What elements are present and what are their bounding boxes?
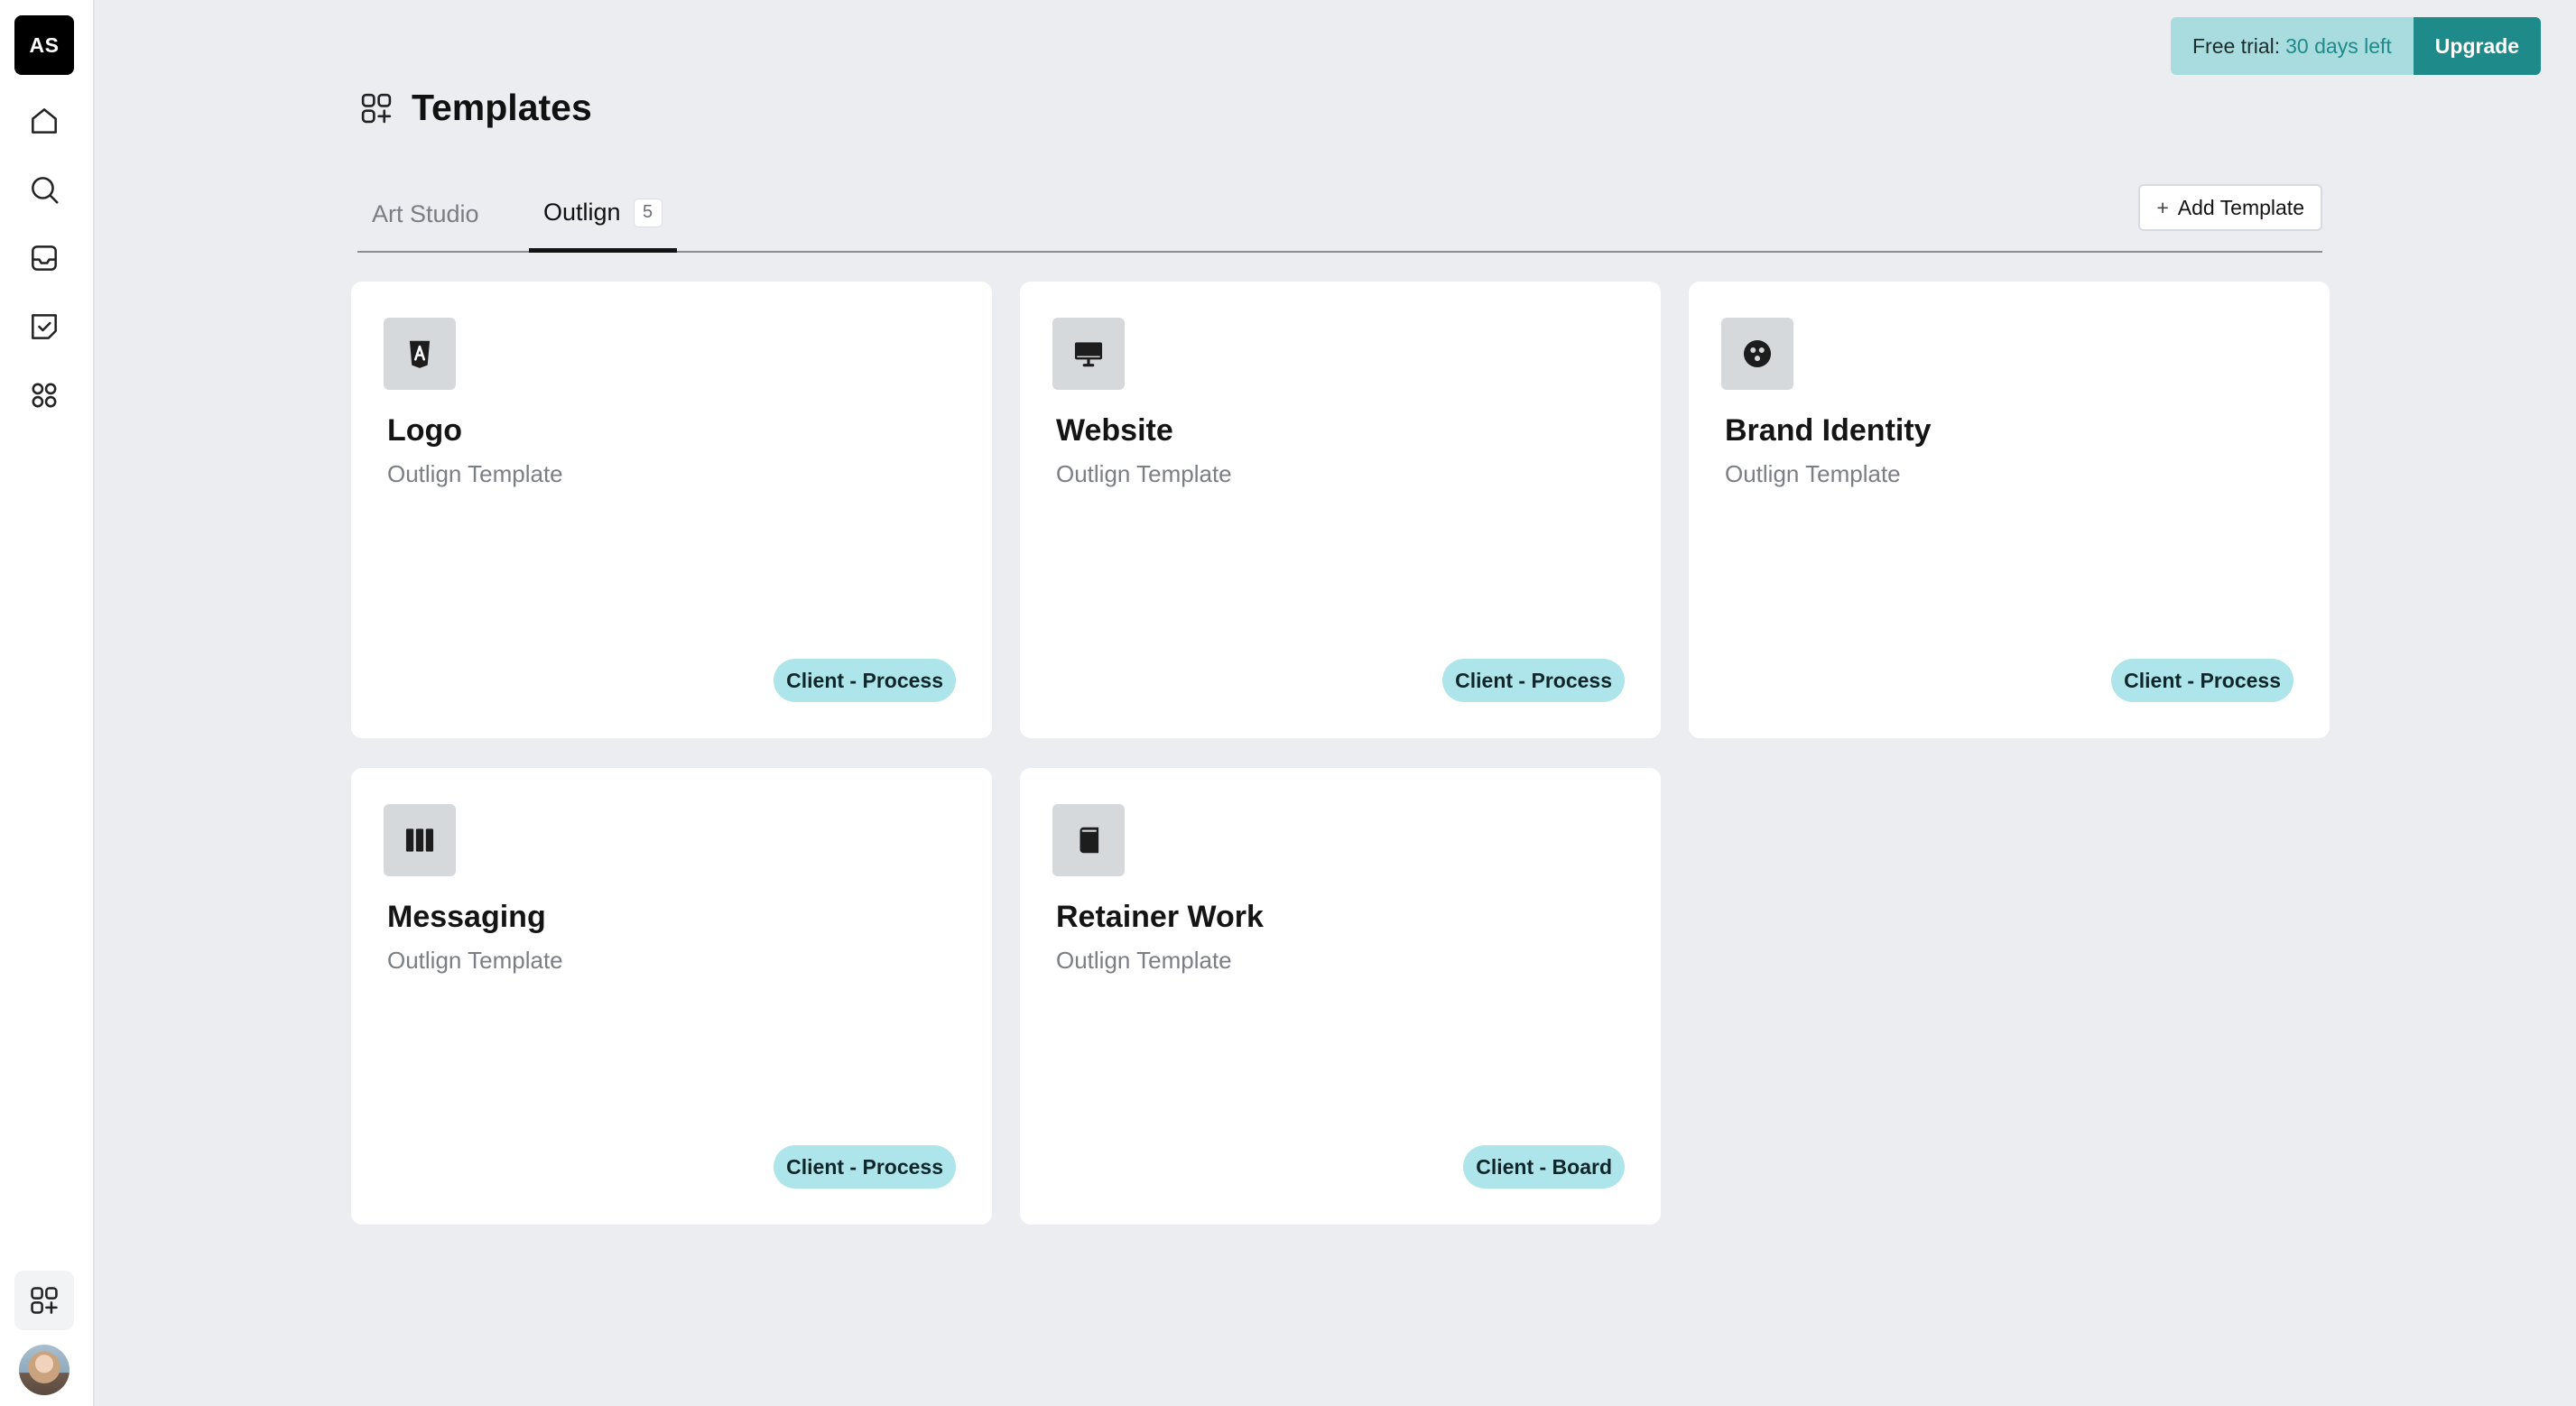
trial-banner: Free trial: 30 days left Upgrade (2171, 17, 2542, 75)
page-header: Templates (357, 87, 592, 129)
card-subtitle: Outlign Template (387, 460, 563, 487)
app: AS Free trial: 30 days left Upgrade Temp… (0, 0, 2576, 1406)
add-template-label: Add Template (2177, 195, 2304, 219)
trial-label: Free trial: (2192, 33, 2281, 58)
templates-nav-button[interactable] (14, 1271, 74, 1330)
book-icon (1052, 804, 1125, 876)
add-template-button[interactable]: + Add Template (2138, 184, 2322, 231)
trial-days: 30 days left (2285, 33, 2392, 58)
tab-art-studio[interactable]: Art Studio (372, 177, 479, 251)
inbox-icon[interactable] (23, 237, 65, 279)
card-tag: Client - Process (774, 1145, 956, 1189)
tab-bar: Art Studio Outlign 5 + Add Template (357, 177, 2322, 253)
template-card-logo[interactable]: Logo Outlign Template Client - Process (351, 282, 992, 738)
tab-label: Art Studio (372, 199, 479, 227)
palette-icon (1721, 318, 1793, 390)
template-card-website[interactable]: Website Outlign Template Client - Proces… (1020, 282, 1661, 738)
card-title: Retainer Work (1056, 900, 1264, 934)
sidebar: AS (0, 0, 95, 1406)
card-subtitle: Outlign Template (1056, 460, 1232, 487)
tab-outlign[interactable]: Outlign 5 (529, 177, 677, 253)
card-subtitle: Outlign Template (1725, 460, 1901, 487)
plus-icon: + (2156, 195, 2169, 219)
tab-count-badge: 5 (633, 198, 663, 227)
card-subtitle: Outlign Template (1056, 947, 1232, 974)
avatar[interactable] (19, 1345, 69, 1395)
columns-icon (384, 804, 456, 876)
templates-icon (361, 93, 392, 123)
templates-icon (31, 1287, 58, 1314)
tab-label: Outlign (543, 199, 621, 226)
card-tag: Client - Process (774, 659, 956, 702)
template-card-messaging[interactable]: Messaging Outlign Template Client - Proc… (351, 768, 992, 1225)
apps-icon[interactable] (23, 375, 65, 416)
page-title: Templates (412, 87, 592, 128)
upgrade-button[interactable]: Upgrade (2413, 17, 2542, 75)
template-card-retainer-work[interactable]: Retainer Work Outlign Template Client - … (1020, 768, 1661, 1225)
card-tag: Client - Process (1442, 659, 1625, 702)
search-icon[interactable] (23, 169, 65, 210)
home-icon[interactable] (23, 100, 65, 142)
tasks-icon[interactable] (23, 306, 65, 347)
card-title: Logo (387, 413, 463, 448)
card-title: Brand Identity (1725, 413, 1932, 448)
monitor-icon (1052, 318, 1125, 390)
card-subtitle: Outlign Template (387, 947, 563, 974)
workspace-badge[interactable]: AS (14, 15, 74, 75)
template-card-brand-identity[interactable]: Brand Identity Outlign Template Client -… (1689, 282, 2330, 738)
trial-text: Free trial: 30 days left (2171, 17, 2414, 75)
card-tag: Client - Board (1463, 1145, 1625, 1189)
logo-icon (384, 318, 456, 390)
card-title: Messaging (387, 900, 546, 934)
card-tag: Client - Process (2111, 659, 2293, 702)
card-title: Website (1056, 413, 1173, 448)
